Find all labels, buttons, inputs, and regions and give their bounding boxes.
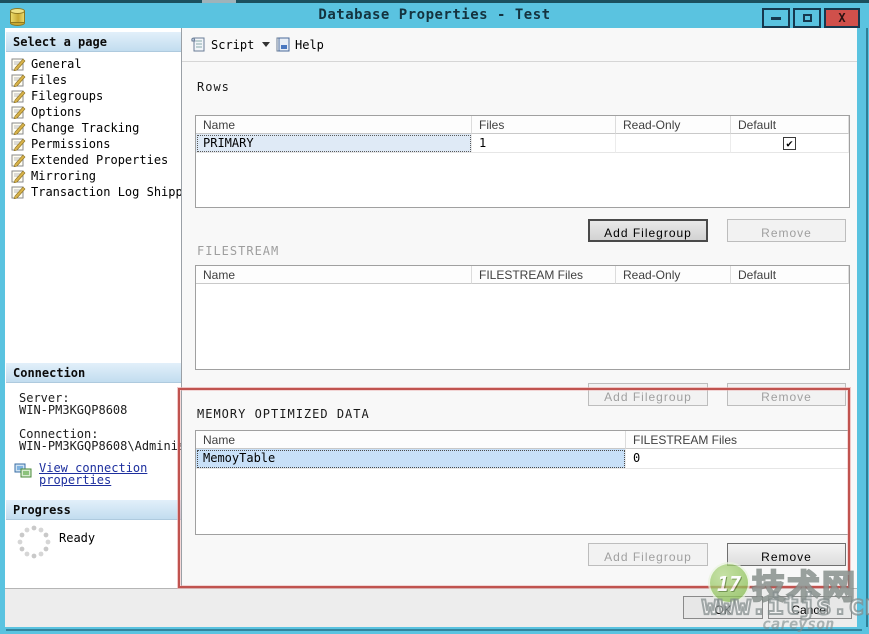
progress-spinner-icon [16, 524, 52, 560]
memory-add-filegroup-button[interactable]: Add Filegroup [588, 543, 708, 566]
default-checkbox-checked[interactable]: ✔ [783, 137, 796, 150]
page-script-icon [11, 58, 26, 71]
table-cell-name[interactable]: PRIMARY [196, 134, 472, 153]
window-border-right-line [866, 28, 868, 627]
sidebar-item-label: Options [31, 105, 82, 119]
page-script-icon [11, 90, 26, 103]
page-script-icon [11, 122, 26, 135]
sidebar-item-label: Change Tracking [31, 121, 139, 135]
sidebar-item-label: Transaction Log Shipping [31, 185, 182, 199]
sidebar-item-mirroring[interactable]: Mirroring [11, 168, 179, 184]
sidebar: Select a page General Files Filegroups O… [5, 28, 182, 588]
sidebar-item-label: General [31, 57, 82, 71]
sidebar-item-permissions[interactable]: Permissions [11, 136, 179, 152]
memory-optimized-table[interactable]: Name FILESTREAM Files MemoyTable 0 [195, 430, 850, 535]
help-icon [274, 36, 291, 53]
script-button[interactable]: Script [190, 36, 270, 53]
script-dropdown-icon[interactable] [262, 42, 270, 47]
minimize-button[interactable] [762, 8, 790, 28]
column-header[interactable]: Read-Only [616, 266, 731, 284]
sidebar-item-options[interactable]: Options [11, 104, 179, 120]
close-icon: X [838, 11, 845, 25]
script-icon [190, 36, 207, 53]
sidebar-item-files[interactable]: Files [11, 72, 179, 88]
connection-value: WIN-PM3KGQP8608\Administrat [19, 439, 181, 453]
page-script-icon [11, 170, 26, 183]
sidebar-item-general[interactable]: General [11, 56, 179, 72]
sidebar-item-label: Filegroups [31, 89, 103, 103]
window-border-bottom-line [6, 629, 862, 631]
cancel-button[interactable]: Cancel [768, 596, 852, 619]
window-title: Database Properties - Test [0, 7, 869, 23]
filestream-section-label: FILESTREAM [197, 244, 279, 258]
column-header[interactable]: Read-Only [616, 116, 731, 134]
help-label: Help [295, 38, 324, 52]
toolbar: Script Help [182, 28, 857, 62]
table-cell-filestream-files[interactable]: 0 [626, 449, 849, 469]
column-header[interactable]: Name [196, 431, 626, 449]
script-label: Script [211, 38, 254, 52]
help-button[interactable]: Help [274, 36, 324, 53]
connection-properties-icon [14, 463, 33, 479]
sidebar-item-transaction-log-shipping[interactable]: Transaction Log Shipping [11, 184, 179, 200]
table-cell-default[interactable]: ✔ [731, 134, 849, 153]
column-header[interactable]: FILESTREAM Files [472, 266, 616, 284]
table-cell-readonly[interactable] [616, 134, 731, 153]
column-header[interactable]: Files [472, 116, 616, 134]
sidebar-item-extended-properties[interactable]: Extended Properties [11, 152, 179, 168]
page-script-icon [11, 106, 26, 119]
sidebar-item-label: Mirroring [31, 169, 96, 183]
progress-header: Progress [6, 500, 181, 520]
maximize-icon [803, 14, 812, 22]
title-bar[interactable]: Database Properties - Test X [0, 3, 869, 28]
page-script-icon [11, 74, 26, 87]
filestream-table[interactable]: Name FILESTREAM Files Read-Only Default [195, 265, 850, 370]
filestream-add-filegroup-button[interactable]: Add Filegroup [588, 383, 708, 406]
page-script-icon [11, 154, 26, 167]
view-connection-properties-link[interactable]: View connection properties [39, 462, 171, 486]
rows-section-label: Rows [197, 80, 230, 94]
page-script-icon [11, 186, 26, 199]
sidebar-item-label: Files [31, 73, 67, 87]
footer-bar: OK Cancel [5, 588, 857, 627]
memory-remove-button[interactable]: Remove [727, 543, 846, 566]
column-header[interactable]: Default [731, 266, 849, 284]
maximize-button[interactable] [793, 8, 821, 28]
select-a-page-header: Select a page [6, 32, 181, 52]
column-header[interactable]: Default [731, 116, 849, 134]
sidebar-item-label: Extended Properties [31, 153, 168, 167]
rows-add-filegroup-button[interactable]: Add Filegroup [588, 219, 708, 242]
column-header[interactable]: Name [196, 116, 472, 134]
dialog-window: Database Properties - Test X Select a pa… [0, 0, 869, 634]
progress-status: Ready [59, 531, 95, 545]
table-cell-name[interactable]: MemoyTable [196, 449, 626, 469]
page-script-icon [11, 138, 26, 151]
sidebar-item-filegroups[interactable]: Filegroups [11, 88, 179, 104]
memory-optimized-section-label: MEMORY OPTIMIZED DATA [197, 407, 370, 421]
rows-remove-button[interactable]: Remove [727, 219, 846, 242]
table-cell-files[interactable]: 1 [472, 134, 616, 153]
sidebar-item-change-tracking[interactable]: Change Tracking [11, 120, 179, 136]
server-value: WIN-PM3KGQP8608 [19, 403, 181, 417]
main-panel: Script Help Rows Name Files Read-Only De… [182, 28, 857, 588]
column-header[interactable]: Name [196, 266, 472, 284]
ok-button[interactable]: OK [683, 596, 763, 619]
sidebar-item-label: Permissions [31, 137, 110, 151]
filestream-remove-button[interactable]: Remove [727, 383, 846, 406]
close-button[interactable]: X [824, 8, 860, 28]
connection-header: Connection [6, 363, 181, 383]
minimize-icon [771, 17, 781, 20]
rows-filegroups-table[interactable]: Name Files Read-Only Default PRIMARY 1 ✔ [195, 115, 850, 208]
column-header[interactable]: FILESTREAM Files [626, 431, 849, 449]
